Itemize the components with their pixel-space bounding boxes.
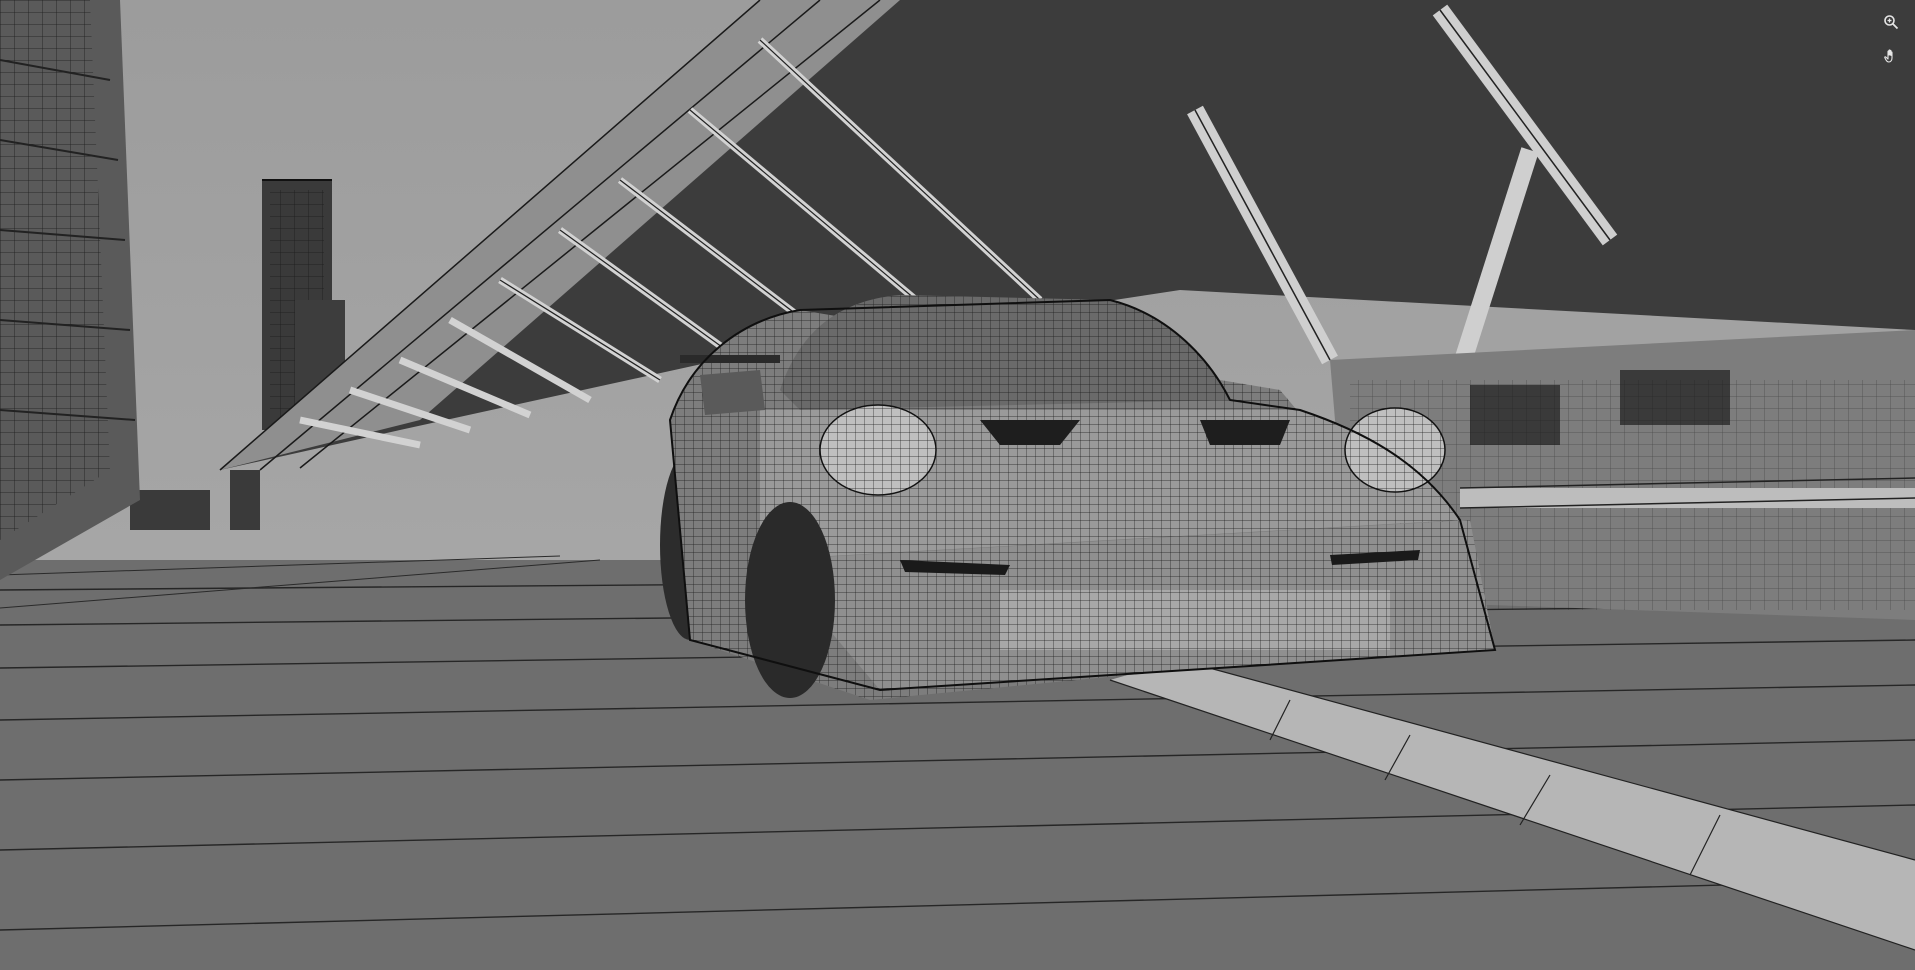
scene-render [0, 0, 1915, 970]
hand-pan-icon[interactable] [1877, 42, 1905, 70]
viewport-navigation [1877, 8, 1907, 70]
3d-viewport[interactable] [0, 0, 1915, 970]
left-structure [0, 0, 140, 580]
zoom-icon[interactable] [1877, 8, 1905, 36]
